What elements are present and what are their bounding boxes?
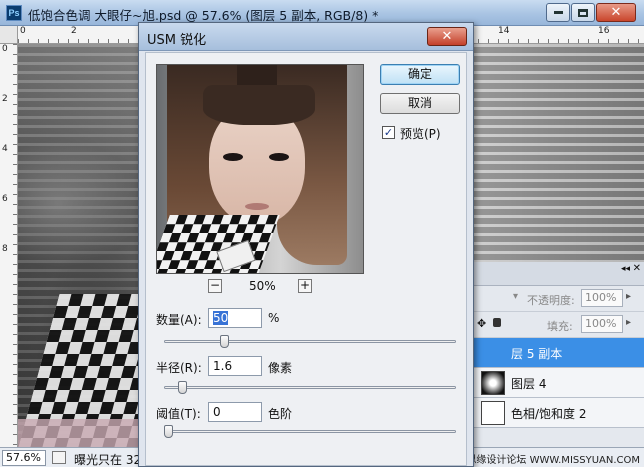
radius-unit: 像素 bbox=[268, 361, 293, 375]
photoshop-logo-icon: Ps bbox=[6, 5, 22, 21]
layer-row[interactable]: 图层 4 bbox=[473, 368, 644, 398]
preview-zoom-in-button[interactable]: + bbox=[298, 279, 312, 293]
watermark-text: 思缘设计论坛 WWW.MISSYUAN.COM bbox=[466, 455, 640, 466]
layer-name: 色相/饱和度 2 bbox=[511, 407, 587, 421]
ruler-tick-label: 14 bbox=[498, 26, 510, 36]
status-info-icon[interactable] bbox=[52, 451, 66, 464]
preview-zoom-level: 50% bbox=[249, 279, 276, 293]
maximize-icon bbox=[578, 8, 588, 17]
minimize-icon bbox=[553, 11, 563, 14]
ruler-tick-label: 0 bbox=[20, 26, 26, 36]
lock-all-icon[interactable] bbox=[493, 318, 501, 327]
preview-photo-region bbox=[269, 153, 289, 161]
opacity-input[interactable]: 100% bbox=[581, 289, 623, 307]
opacity-row: ▾ 不透明度: 100% ▸ bbox=[473, 286, 644, 312]
preview-photo-region bbox=[223, 153, 243, 161]
amount-slider[interactable] bbox=[164, 335, 456, 348]
vertical-ruler[interactable]: 0 2 4 6 8 bbox=[0, 44, 18, 447]
ruler-tick-label: 0 bbox=[2, 44, 8, 54]
panel-close-icon[interactable]: ✕ bbox=[633, 263, 641, 274]
ok-button[interactable]: 确定 bbox=[380, 64, 460, 85]
threshold-slider[interactable] bbox=[164, 425, 456, 438]
checkmark-icon: ✓ bbox=[383, 126, 394, 139]
amount-unit: % bbox=[268, 311, 280, 325]
minimize-button[interactable] bbox=[546, 3, 570, 22]
blend-mode-dropdown-arrow-icon[interactable]: ▾ bbox=[513, 291, 518, 302]
ruler-tick-label: 6 bbox=[2, 194, 8, 204]
preview-checkbox-label: 预览(P) bbox=[400, 127, 441, 141]
preview-photo-region bbox=[157, 215, 280, 273]
threshold-unit: 色阶 bbox=[268, 407, 293, 421]
fill-dropdown-icon[interactable]: ▸ bbox=[626, 317, 631, 328]
radius-slider[interactable] bbox=[164, 381, 456, 394]
preview-checkbox[interactable]: ✓ bbox=[382, 126, 395, 139]
opacity-label: 不透明度: bbox=[527, 294, 575, 307]
maximize-button[interactable] bbox=[571, 3, 595, 22]
unsharp-mask-dialog: USM 锐化 ✕ − 50% + 确定 取消 ✓ 预览(P) 数量(A): 50… bbox=[138, 22, 474, 467]
preview-image[interactable] bbox=[156, 64, 364, 274]
ruler-tick-label: 4 bbox=[2, 144, 8, 154]
layer-thumbnail bbox=[481, 371, 505, 395]
dialog-body: − 50% + 确定 取消 ✓ 预览(P) 数量(A): 50 % 半径(R):… bbox=[145, 52, 467, 466]
threshold-input[interactable]: 0 bbox=[208, 402, 262, 422]
threshold-slider-knob[interactable] bbox=[164, 425, 173, 438]
radius-label: 半径(R): bbox=[156, 361, 202, 375]
cancel-button[interactable]: 取消 bbox=[380, 93, 460, 114]
layers-panel: ◂◂ ✕ ▾ 不透明度: 100% ▸ ✥ 填充: 100% ▸ 层 5 副本 … bbox=[472, 262, 644, 447]
lock-position-icon[interactable]: ✥ bbox=[477, 317, 486, 330]
amount-label: 数量(A): bbox=[156, 313, 202, 327]
layer-row[interactable]: 色相/饱和度 2 bbox=[473, 398, 644, 428]
zoom-level-input[interactable]: 57.6% bbox=[2, 450, 46, 466]
layer-row[interactable]: 层 5 副本 bbox=[473, 338, 644, 368]
layer-thumbnail bbox=[481, 401, 505, 425]
dialog-title-bar[interactable]: USM 锐化 ✕ bbox=[139, 23, 473, 51]
amount-slider-knob[interactable] bbox=[220, 335, 230, 348]
fill-row: ✥ 填充: 100% ▸ bbox=[473, 312, 644, 338]
layers-panel-header: ◂◂ ✕ bbox=[473, 262, 644, 286]
threshold-label: 阈值(T): bbox=[156, 407, 201, 421]
opacity-dropdown-icon[interactable]: ▸ bbox=[626, 291, 631, 302]
fill-input[interactable]: 100% bbox=[581, 315, 623, 333]
fill-label: 填充: bbox=[547, 320, 573, 333]
ruler-tick-label: 8 bbox=[2, 244, 8, 254]
dialog-close-button[interactable]: ✕ bbox=[427, 27, 467, 46]
window-close-button[interactable]: ✕ bbox=[596, 3, 636, 22]
preview-zoom-out-button[interactable]: − bbox=[208, 279, 222, 293]
ruler-tick-label: 16 bbox=[598, 26, 610, 36]
layer-name: 层 5 副本 bbox=[511, 347, 563, 361]
amount-input[interactable]: 50 bbox=[208, 308, 262, 328]
ruler-origin[interactable] bbox=[0, 26, 18, 44]
preview-photo-region bbox=[245, 203, 269, 210]
ruler-tick-label: 2 bbox=[71, 26, 77, 36]
close-icon: ✕ bbox=[610, 5, 622, 20]
amount-value: 50 bbox=[213, 311, 229, 325]
panel-collapse-icon[interactable]: ◂◂ bbox=[621, 264, 630, 274]
ruler-tick-label: 2 bbox=[2, 94, 8, 104]
dialog-title: USM 锐化 bbox=[147, 33, 207, 48]
radius-input[interactable]: 1.6 bbox=[208, 356, 262, 376]
photoshop-window: Ps 低饱合色调 大眼仔~旭.psd @ 57.6% (图层 5 副本, RGB… bbox=[0, 0, 644, 467]
radius-slider-knob[interactable] bbox=[178, 381, 188, 394]
layer-name: 图层 4 bbox=[511, 377, 547, 391]
preview-photo-region bbox=[203, 85, 315, 125]
